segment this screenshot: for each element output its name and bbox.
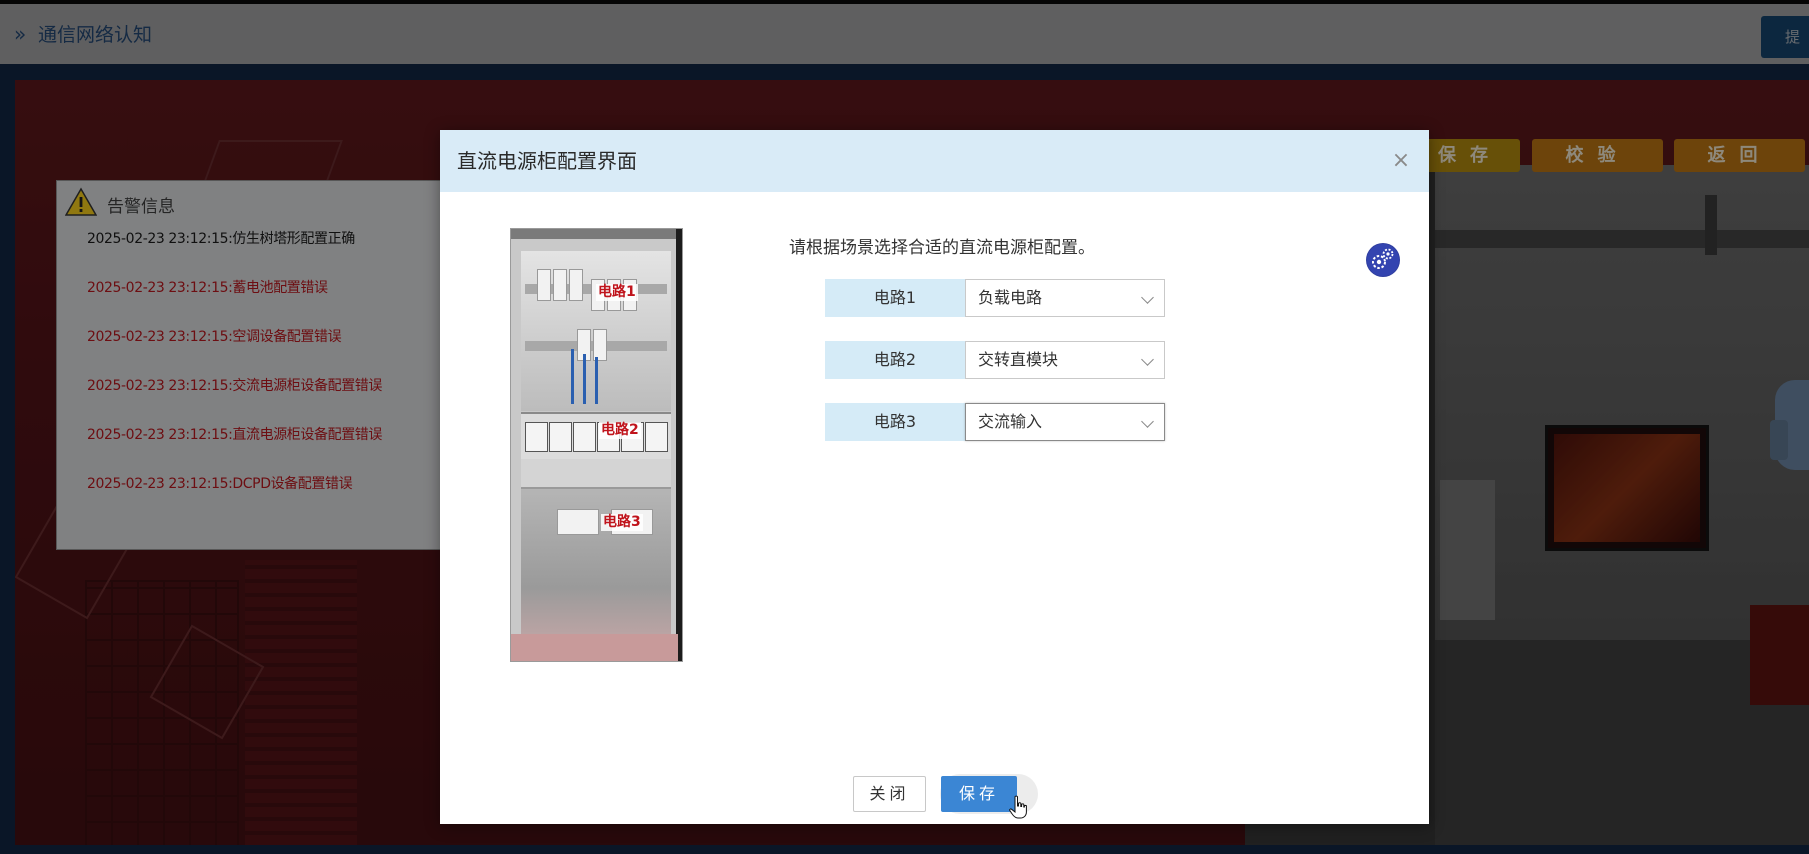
chevron-down-icon xyxy=(1141,353,1154,366)
circuit-1-value: 负载电路 xyxy=(978,288,1043,307)
chevron-down-icon xyxy=(1141,291,1154,304)
dc-cabinet-image: 电路1 电路2 电路3 xyxy=(510,228,683,662)
circuit-3-label: 电路3 xyxy=(825,403,965,441)
chevron-down-icon xyxy=(1141,415,1154,428)
dialog-title: 直流电源柜配置界面 xyxy=(457,149,637,173)
close-button[interactable]: 关闭 xyxy=(853,776,926,812)
circuit-2-label: 电路2 xyxy=(825,341,965,379)
save-button[interactable]: 保存 xyxy=(941,776,1017,812)
dialog-header: 直流电源柜配置界面 × xyxy=(440,130,1429,192)
dc-cabinet-config-dialog: 直流电源柜配置界面 × 电路1 电路2 电路3 请根据场景选择合适的直流电源柜配… xyxy=(440,130,1429,824)
circuit-1-tag: 电路1 xyxy=(596,284,638,301)
circuit-3-value: 交流输入 xyxy=(978,412,1043,431)
circuit-2-select[interactable]: 交转直模块 xyxy=(965,341,1165,379)
circuit-1-row: 电路1 负载电路 xyxy=(825,279,1165,317)
circuit-1-select[interactable]: 负载电路 xyxy=(965,279,1165,317)
circuit-2-tag: 电路2 xyxy=(599,422,641,439)
circuit-2-value: 交转直模块 xyxy=(978,350,1059,369)
dialog-instruction: 请根据场景选择合适的直流电源柜配置。 xyxy=(789,238,1095,258)
settings-gear-icon[interactable] xyxy=(1366,243,1400,277)
circuit-2-row: 电路2 交转直模块 xyxy=(825,341,1165,379)
circuit-3-row: 电路3 交流输入 xyxy=(825,403,1165,441)
circuit-3-tag: 电路3 xyxy=(601,514,643,531)
hand-cursor-icon xyxy=(1009,795,1027,819)
close-icon[interactable]: × xyxy=(1388,148,1414,174)
circuit-3-select[interactable]: 交流输入 xyxy=(965,403,1165,441)
circuit-1-label: 电路1 xyxy=(825,279,965,317)
